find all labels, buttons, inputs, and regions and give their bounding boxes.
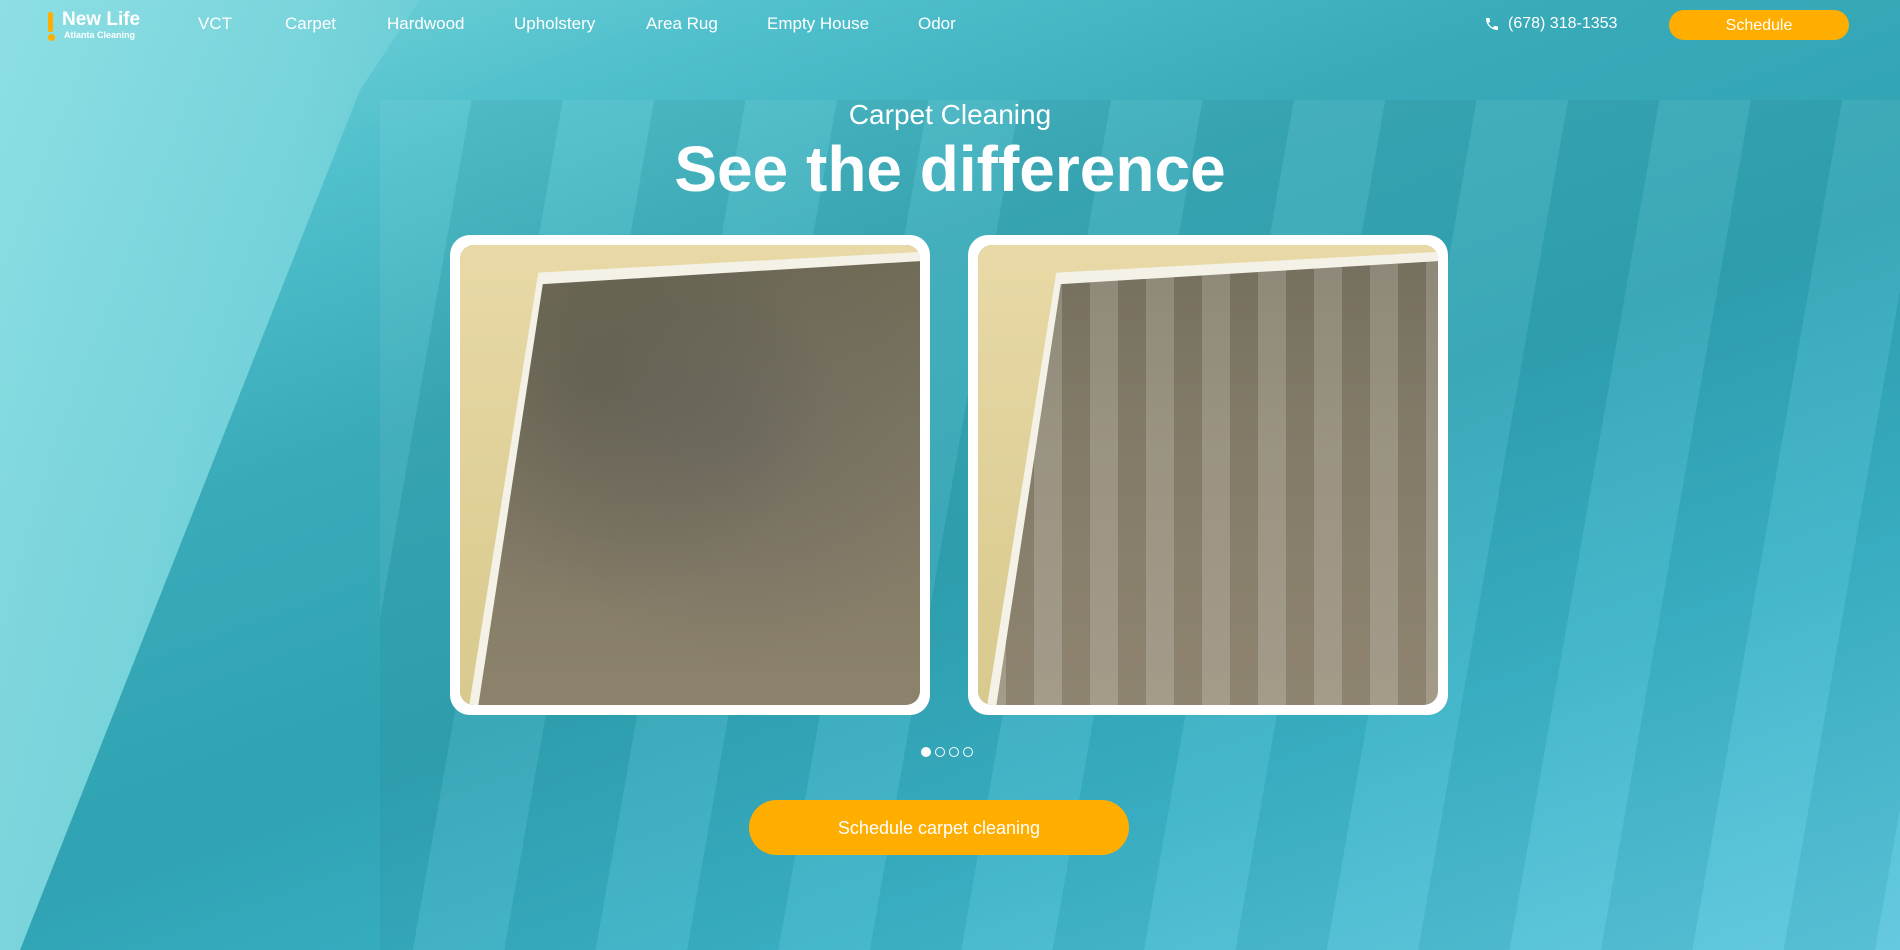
nav-item-vct[interactable]: VCT [198,14,232,34]
nav-item-hardwood[interactable]: Hardwood [387,14,465,34]
photo-wall [978,245,1438,705]
phone-icon [1486,18,1498,30]
nav-item-upholstery[interactable]: Upholstery [514,14,595,34]
after-photo [968,235,1448,715]
after-photo-image [978,245,1438,705]
nav-item-area-rug[interactable]: Area Rug [646,14,718,34]
carousel-dots [921,747,973,759]
logo[interactable]: New Life Atlanta Cleaning [48,9,152,41]
logo-mark [48,12,53,32]
logo-subtitle: Atlanta Cleaning [64,30,136,40]
carousel-dot[interactable] [921,747,931,757]
logo-dot [48,34,55,41]
phone-link[interactable]: (678) 318-1353 [1484,14,1617,34]
nav-item-carpet[interactable]: Carpet [285,14,336,34]
carousel-dot[interactable] [949,747,959,757]
nav-item-empty-house[interactable]: Empty House [767,14,869,34]
schedule-button[interactable]: Schedule [1669,10,1849,40]
nav-item-odor[interactable]: Odor [918,14,956,34]
photo-wall [460,245,920,705]
schedule-carpet-cleaning-button[interactable]: Schedule carpet cleaning [749,800,1129,855]
carousel-dot[interactable] [935,747,945,757]
carousel-dot[interactable] [963,747,973,757]
phone-number: (678) 318-1353 [1508,15,1618,32]
hero-subtitle: Carpet Cleaning [848,99,1052,130]
hero-title: See the difference [674,133,1226,205]
logo-name: New Life [62,9,141,30]
before-photo [450,235,930,715]
before-photo-image [460,245,920,705]
